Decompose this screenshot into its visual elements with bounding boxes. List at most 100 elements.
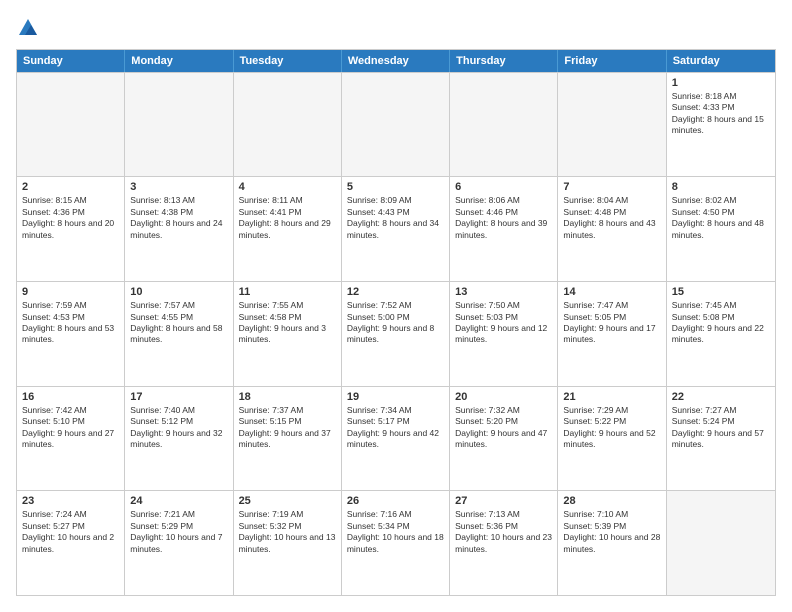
- logo-icon: [17, 17, 39, 39]
- day-info: Sunrise: 7:34 AM Sunset: 5:17 PM Dayligh…: [347, 405, 444, 451]
- calendar-cell: 6 Sunrise: 8:06 AM Sunset: 4:46 PM Daylig…: [450, 177, 558, 281]
- day-number: 23: [22, 495, 119, 507]
- calendar-cell: 10Sunrise: 7:57 AM Sunset: 4:55 PM Dayli…: [125, 282, 233, 386]
- day-info: Sunrise: 7:32 AM Sunset: 5:20 PM Dayligh…: [455, 405, 552, 451]
- calendar-cell: [342, 73, 450, 177]
- day-number: 8: [672, 181, 770, 193]
- calendar-cell: [667, 491, 775, 595]
- calendar-row-5: 23 Sunrise: 7:24 AM Sunset: 5:27 PM Dayli…: [17, 490, 775, 595]
- day-info: Sunrise: 7:27 AM Sunset: 5:24 PM Dayligh…: [672, 405, 770, 451]
- day-number: 13: [455, 286, 552, 298]
- day-info: Sunrise: 8:06 AM Sunset: 4:46 PM Dayligh…: [455, 195, 552, 241]
- calendar-cell: [234, 73, 342, 177]
- calendar-cell: 26 Sunrise: 7:16 AM Sunset: 5:34 PM Dayli…: [342, 491, 450, 595]
- day-number: 4: [239, 181, 336, 193]
- calendar-cell: 11 Sunrise: 7:55 AM Sunset: 4:58 PM Dayli…: [234, 282, 342, 386]
- day-info: Sunrise: 7:42 AM Sunset: 5:10 PM Dayligh…: [22, 405, 119, 451]
- calendar-cell: [17, 73, 125, 177]
- header: [16, 16, 776, 39]
- page: SundayMondayTuesdayWednesdayThursdayFrid…: [0, 0, 792, 612]
- day-info: Sunrise: 7:10 AM Sunset: 5:39 PM Dayligh…: [563, 509, 660, 555]
- day-number: 27: [455, 495, 552, 507]
- header-day-sunday: Sunday: [17, 50, 125, 72]
- calendar-body: 1 Sunrise: 8:18 AM Sunset: 4:33 PM Daylig…: [17, 72, 775, 595]
- day-info: Sunrise: 8:04 AM Sunset: 4:48 PM Dayligh…: [563, 195, 660, 241]
- day-info: Sunrise: 8:11 AM Sunset: 4:41 PM Dayligh…: [239, 195, 336, 241]
- calendar-row-1: 1 Sunrise: 8:18 AM Sunset: 4:33 PM Daylig…: [17, 72, 775, 177]
- day-info: Sunrise: 7:21 AM Sunset: 5:29 PM Dayligh…: [130, 509, 227, 555]
- day-info: Sunrise: 7:19 AM Sunset: 5:32 PM Dayligh…: [239, 509, 336, 555]
- calendar-cell: 13 Sunrise: 7:50 AM Sunset: 5:03 PM Dayli…: [450, 282, 558, 386]
- day-info: Sunrise: 7:40 AM Sunset: 5:12 PM Dayligh…: [130, 405, 227, 451]
- calendar-cell: 1 Sunrise: 8:18 AM Sunset: 4:33 PM Daylig…: [667, 73, 775, 177]
- header-day-saturday: Saturday: [667, 50, 775, 72]
- day-number: 16: [22, 391, 119, 403]
- day-info: Sunrise: 8:18 AM Sunset: 4:33 PM Dayligh…: [672, 91, 770, 137]
- day-number: 18: [239, 391, 336, 403]
- header-day-friday: Friday: [558, 50, 666, 72]
- logo: [16, 16, 40, 39]
- calendar-cell: 7 Sunrise: 8:04 AM Sunset: 4:48 PM Daylig…: [558, 177, 666, 281]
- day-number: 17: [130, 391, 227, 403]
- day-info: Sunrise: 7:37 AM Sunset: 5:15 PM Dayligh…: [239, 405, 336, 451]
- calendar-cell: 19 Sunrise: 7:34 AM Sunset: 5:17 PM Dayli…: [342, 387, 450, 491]
- day-number: 21: [563, 391, 660, 403]
- day-info: Sunrise: 7:50 AM Sunset: 5:03 PM Dayligh…: [455, 300, 552, 346]
- day-info: Sunrise: 7:45 AM Sunset: 5:08 PM Dayligh…: [672, 300, 770, 346]
- day-number: 22: [672, 391, 770, 403]
- calendar-cell: 27 Sunrise: 7:13 AM Sunset: 5:36 PM Dayli…: [450, 491, 558, 595]
- calendar: SundayMondayTuesdayWednesdayThursdayFrid…: [16, 49, 776, 596]
- calendar-cell: 3 Sunrise: 8:13 AM Sunset: 4:38 PM Daylig…: [125, 177, 233, 281]
- day-info: Sunrise: 7:47 AM Sunset: 5:05 PM Dayligh…: [563, 300, 660, 346]
- day-info: Sunrise: 7:29 AM Sunset: 5:22 PM Dayligh…: [563, 405, 660, 451]
- day-info: Sunrise: 7:16 AM Sunset: 5:34 PM Dayligh…: [347, 509, 444, 555]
- day-info: Sunrise: 8:09 AM Sunset: 4:43 PM Dayligh…: [347, 195, 444, 241]
- day-number: 11: [239, 286, 336, 298]
- calendar-cell: 12Sunrise: 7:52 AM Sunset: 5:00 PM Dayli…: [342, 282, 450, 386]
- calendar-cell: [450, 73, 558, 177]
- calendar-cell: 5 Sunrise: 8:09 AM Sunset: 4:43 PM Daylig…: [342, 177, 450, 281]
- day-number: 6: [455, 181, 552, 193]
- day-info: Sunrise: 7:55 AM Sunset: 4:58 PM Dayligh…: [239, 300, 336, 346]
- day-number: 19: [347, 391, 444, 403]
- day-info: Sunrise: 7:52 AM Sunset: 5:00 PM Dayligh…: [347, 300, 444, 346]
- calendar-cell: 17 Sunrise: 7:40 AM Sunset: 5:12 PM Dayli…: [125, 387, 233, 491]
- calendar-cell: 15Sunrise: 7:45 AM Sunset: 5:08 PM Dayli…: [667, 282, 775, 386]
- day-number: 26: [347, 495, 444, 507]
- calendar-header: SundayMondayTuesdayWednesdayThursdayFrid…: [17, 50, 775, 72]
- calendar-cell: 2 Sunrise: 8:15 AM Sunset: 4:36 PM Daylig…: [17, 177, 125, 281]
- calendar-cell: 18 Sunrise: 7:37 AM Sunset: 5:15 PM Dayli…: [234, 387, 342, 491]
- day-number: 20: [455, 391, 552, 403]
- day-info: Sunrise: 8:15 AM Sunset: 4:36 PM Dayligh…: [22, 195, 119, 241]
- day-number: 3: [130, 181, 227, 193]
- day-number: 10: [130, 286, 227, 298]
- day-number: 9: [22, 286, 119, 298]
- day-number: 7: [563, 181, 660, 193]
- day-info: Sunrise: 7:24 AM Sunset: 5:27 PM Dayligh…: [22, 509, 119, 555]
- calendar-cell: 4 Sunrise: 8:11 AM Sunset: 4:41 PM Daylig…: [234, 177, 342, 281]
- calendar-cell: [125, 73, 233, 177]
- day-number: 14: [563, 286, 660, 298]
- calendar-cell: 14 Sunrise: 7:47 AM Sunset: 5:05 PM Dayli…: [558, 282, 666, 386]
- day-number: 24: [130, 495, 227, 507]
- day-info: Sunrise: 7:59 AM Sunset: 4:53 PM Dayligh…: [22, 300, 119, 346]
- day-info: Sunrise: 7:13 AM Sunset: 5:36 PM Dayligh…: [455, 509, 552, 555]
- calendar-cell: 21 Sunrise: 7:29 AM Sunset: 5:22 PM Dayli…: [558, 387, 666, 491]
- header-day-monday: Monday: [125, 50, 233, 72]
- day-number: 2: [22, 181, 119, 193]
- day-number: 1: [672, 77, 770, 89]
- calendar-cell: 20 Sunrise: 7:32 AM Sunset: 5:20 PM Dayli…: [450, 387, 558, 491]
- calendar-row-3: 9 Sunrise: 7:59 AM Sunset: 4:53 PM Daylig…: [17, 281, 775, 386]
- day-info: Sunrise: 8:13 AM Sunset: 4:38 PM Dayligh…: [130, 195, 227, 241]
- calendar-cell: 9 Sunrise: 7:59 AM Sunset: 4:53 PM Daylig…: [17, 282, 125, 386]
- calendar-cell: [558, 73, 666, 177]
- header-day-wednesday: Wednesday: [342, 50, 450, 72]
- day-info: Sunrise: 8:02 AM Sunset: 4:50 PM Dayligh…: [672, 195, 770, 241]
- header-day-thursday: Thursday: [450, 50, 558, 72]
- calendar-cell: 23 Sunrise: 7:24 AM Sunset: 5:27 PM Dayli…: [17, 491, 125, 595]
- calendar-row-4: 16 Sunrise: 7:42 AM Sunset: 5:10 PM Dayli…: [17, 386, 775, 491]
- day-number: 5: [347, 181, 444, 193]
- calendar-cell: 22 Sunrise: 7:27 AM Sunset: 5:24 PM Dayli…: [667, 387, 775, 491]
- calendar-cell: 28Sunrise: 7:10 AM Sunset: 5:39 PM Dayli…: [558, 491, 666, 595]
- calendar-cell: 24 Sunrise: 7:21 AM Sunset: 5:29 PM Dayli…: [125, 491, 233, 595]
